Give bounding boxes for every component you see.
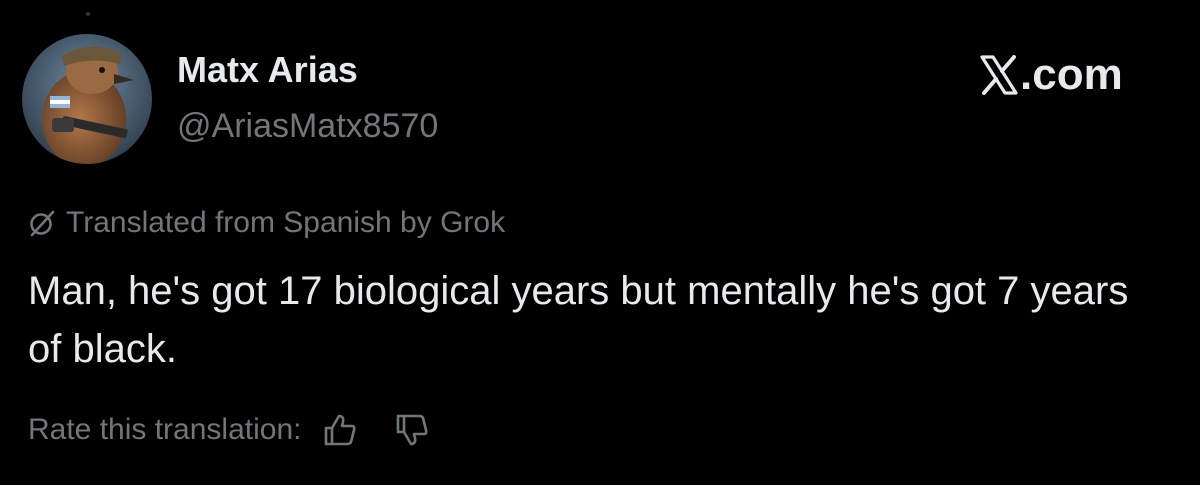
rate-translation-row: Rate this translation: — [28, 410, 429, 450]
bird-soldier-avatar-image — [22, 34, 152, 164]
x-logo-icon — [980, 55, 1018, 95]
avatar[interactable] — [22, 34, 152, 164]
brand-watermark: .com — [980, 50, 1123, 100]
thumbs-down-icon[interactable] — [395, 413, 429, 447]
grok-icon — [30, 210, 55, 237]
decorative-dot — [86, 12, 90, 16]
translation-note: Translated from Spanish by Grok — [28, 203, 505, 243]
display-name[interactable]: Matx Arias — [177, 48, 358, 92]
thumbs-up-icon[interactable] — [323, 413, 357, 447]
translation-note-text: Translated from Spanish by Grok — [66, 206, 506, 239]
post-text: Man, he's got 17 biological years but me… — [28, 269, 1129, 371]
rate-translation-label: Rate this translation: — [28, 413, 302, 446]
user-handle[interactable]: @AriasMatx8570 — [177, 105, 438, 147]
brand-label: .com — [1020, 50, 1123, 99]
